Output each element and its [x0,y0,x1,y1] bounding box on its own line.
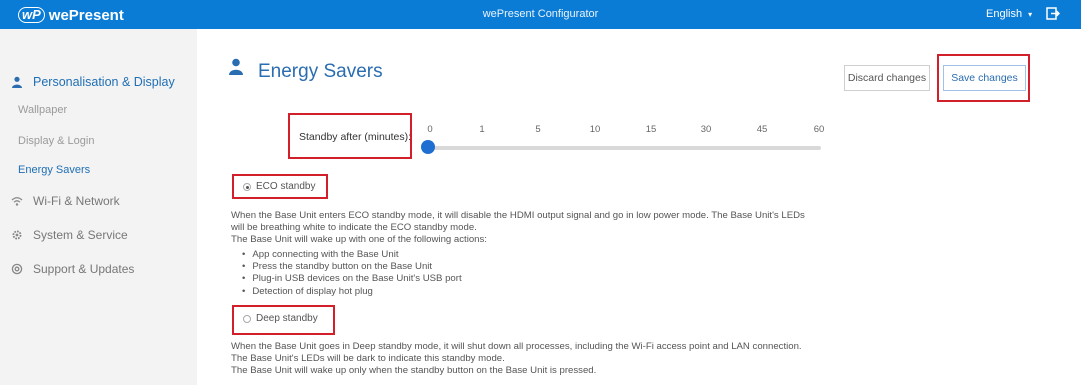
chevron-down-icon: ▾ [1028,10,1033,19]
eco-standby-radio[interactable] [243,183,251,191]
wifi-icon [11,197,23,206]
language-label: English [986,8,1023,20]
slider-tick-label: 10 [589,124,601,135]
list-item: Press the standby button on the Base Uni… [242,261,462,273]
sidebar-subitem-energy-savers[interactable]: Energy Savers [18,164,90,176]
deep-description-line: The Base Unit's LEDs will be dark to ind… [231,353,505,364]
top-bar: wP wePresent wePresent Configurator Engl… [0,0,1081,29]
sidebar-item-label: Wi-Fi & Network [33,194,120,208]
slider-tick-label: 5 [535,124,541,135]
sidebar-item-label: Support & Updates [33,262,135,276]
sidebar-item-label: Personalisation & Display [33,75,175,89]
eco-standby-label[interactable]: ECO standby [256,181,315,192]
highlight-box-save [937,54,1030,102]
app-title: wePresent Configurator [482,8,599,20]
eco-description-line: When the Base Unit enters ECO standby mo… [231,210,805,221]
sidebar-item-wifi-network[interactable]: Wi-Fi & Network [0,192,197,210]
slider-tick-label: 45 [756,124,768,135]
deep-standby-label[interactable]: Deep standby [256,313,318,324]
discard-changes-button[interactable]: Discard changes [844,65,930,91]
highlight-box-standby-label [288,113,412,159]
deep-description-line: The Base Unit will wake up only when the… [231,365,597,376]
page-title: Energy Savers [258,61,383,82]
slider-tick-label: 1 [479,124,485,135]
sidebar-item-label: System & Service [33,228,128,242]
list-item: App connecting with the Base Unit [242,249,462,261]
slider-tick-label: 60 [813,124,825,135]
sidebar-item-personalisation-display[interactable]: Personalisation & Display [0,72,197,92]
eco-description-line: The Base Unit will wake up with one of t… [231,234,487,245]
slider-tick-label: 30 [700,124,712,135]
standby-slider-track[interactable] [428,146,821,150]
language-selector[interactable]: English ▾ [986,8,1032,20]
list-item: Plug-in USB devices on the Base Unit's U… [242,273,461,285]
user-icon [12,76,22,88]
sidebar-subitem-wallpaper[interactable]: Wallpaper [18,104,67,116]
standby-slider-handle[interactable] [421,140,435,154]
slider-tick-label: 15 [645,124,657,135]
slider-tick-label: 0 [427,124,433,135]
eco-wake-actions-list: App connecting with the Base Unit Press … [242,249,462,298]
gear-icon [12,230,22,240]
sidebar-item-support-updates[interactable]: Support & Updates [0,260,197,278]
deep-description-line: When the Base Unit goes in Deep standby … [231,341,802,352]
list-item: Detection of display hot plug [242,286,462,298]
deep-standby-radio[interactable] [243,315,251,323]
user-icon [229,58,243,75]
lifebuoy-icon [11,263,23,275]
eco-description-line: will be breathing white to indicate the … [231,222,477,233]
sidebar: Personalisation & Display Wallpaper Disp… [0,29,197,385]
sidebar-subitem-display-login[interactable]: Display & Login [18,135,94,147]
logout-icon[interactable] [1046,7,1060,20]
sidebar-item-system-service[interactable]: System & Service [0,226,197,244]
